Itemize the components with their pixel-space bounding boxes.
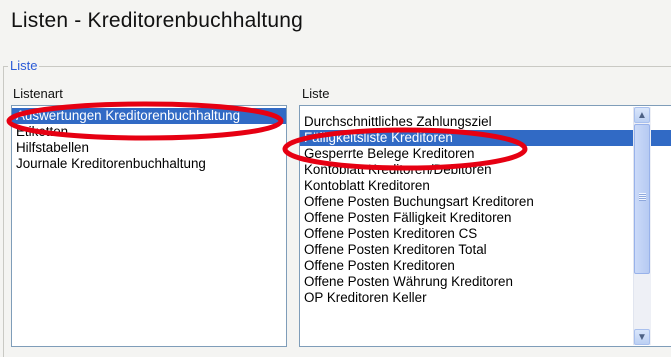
listenart-listbox[interactable]: Auswertungen Kreditorenbuchhaltung Etike…	[11, 105, 287, 347]
liste-item[interactable]: Offene Posten Kreditoren Total	[300, 242, 671, 258]
groupbox-label: Liste	[8, 58, 40, 73]
scrollbar-thumb[interactable]	[634, 124, 650, 274]
listenart-item[interactable]: Etiketten	[12, 124, 286, 140]
liste-label: Liste	[302, 86, 330, 101]
listenart-label: Listenart	[13, 86, 63, 101]
liste-item[interactable]: OP Kreditoren Keller	[300, 290, 671, 306]
scroll-up-icon[interactable]: ▲	[634, 107, 650, 123]
liste-item[interactable]: Offene Posten Währung Kreditoren	[300, 274, 671, 290]
listenart-item[interactable]: Hilfstabellen	[12, 140, 286, 156]
liste-item[interactable]: Offene Posten Buchungsart Kreditoren	[300, 194, 671, 210]
vertical-scrollbar[interactable]: ▲ ▼	[633, 107, 651, 345]
liste-item[interactable]: Offene Posten Kreditoren CS	[300, 226, 671, 242]
liste-item[interactable]: Offene Posten Kreditoren	[300, 258, 671, 274]
listenart-item[interactable]: Auswertungen Kreditorenbuchhaltung	[12, 108, 286, 124]
grip-icon	[639, 193, 646, 201]
liste-item[interactable]: Fälligkeitsliste Kreditoren	[300, 130, 671, 146]
listenart-item[interactable]: Journale Kreditorenbuchhaltung	[12, 156, 286, 172]
liste-item[interactable]: Offene Posten Fälligkeit Kreditoren	[300, 210, 671, 226]
liste-item[interactable]: Kontoblatt Kreditoren/Debitoren	[300, 162, 671, 178]
liste-item[interactable]: Kontoblatt Kreditoren	[300, 178, 671, 194]
liste-item[interactable]: Gesperrte Belege Kreditoren	[300, 146, 671, 162]
liste-item[interactable]: Durchschnittliches Zahlungsziel	[300, 114, 671, 130]
liste-listbox[interactable]: Durchschnittliches Zahlungsziel Fälligke…	[299, 105, 671, 347]
page-title: Listen - Kreditorenbuchhaltung	[11, 9, 304, 32]
scroll-down-icon[interactable]: ▼	[634, 329, 650, 345]
